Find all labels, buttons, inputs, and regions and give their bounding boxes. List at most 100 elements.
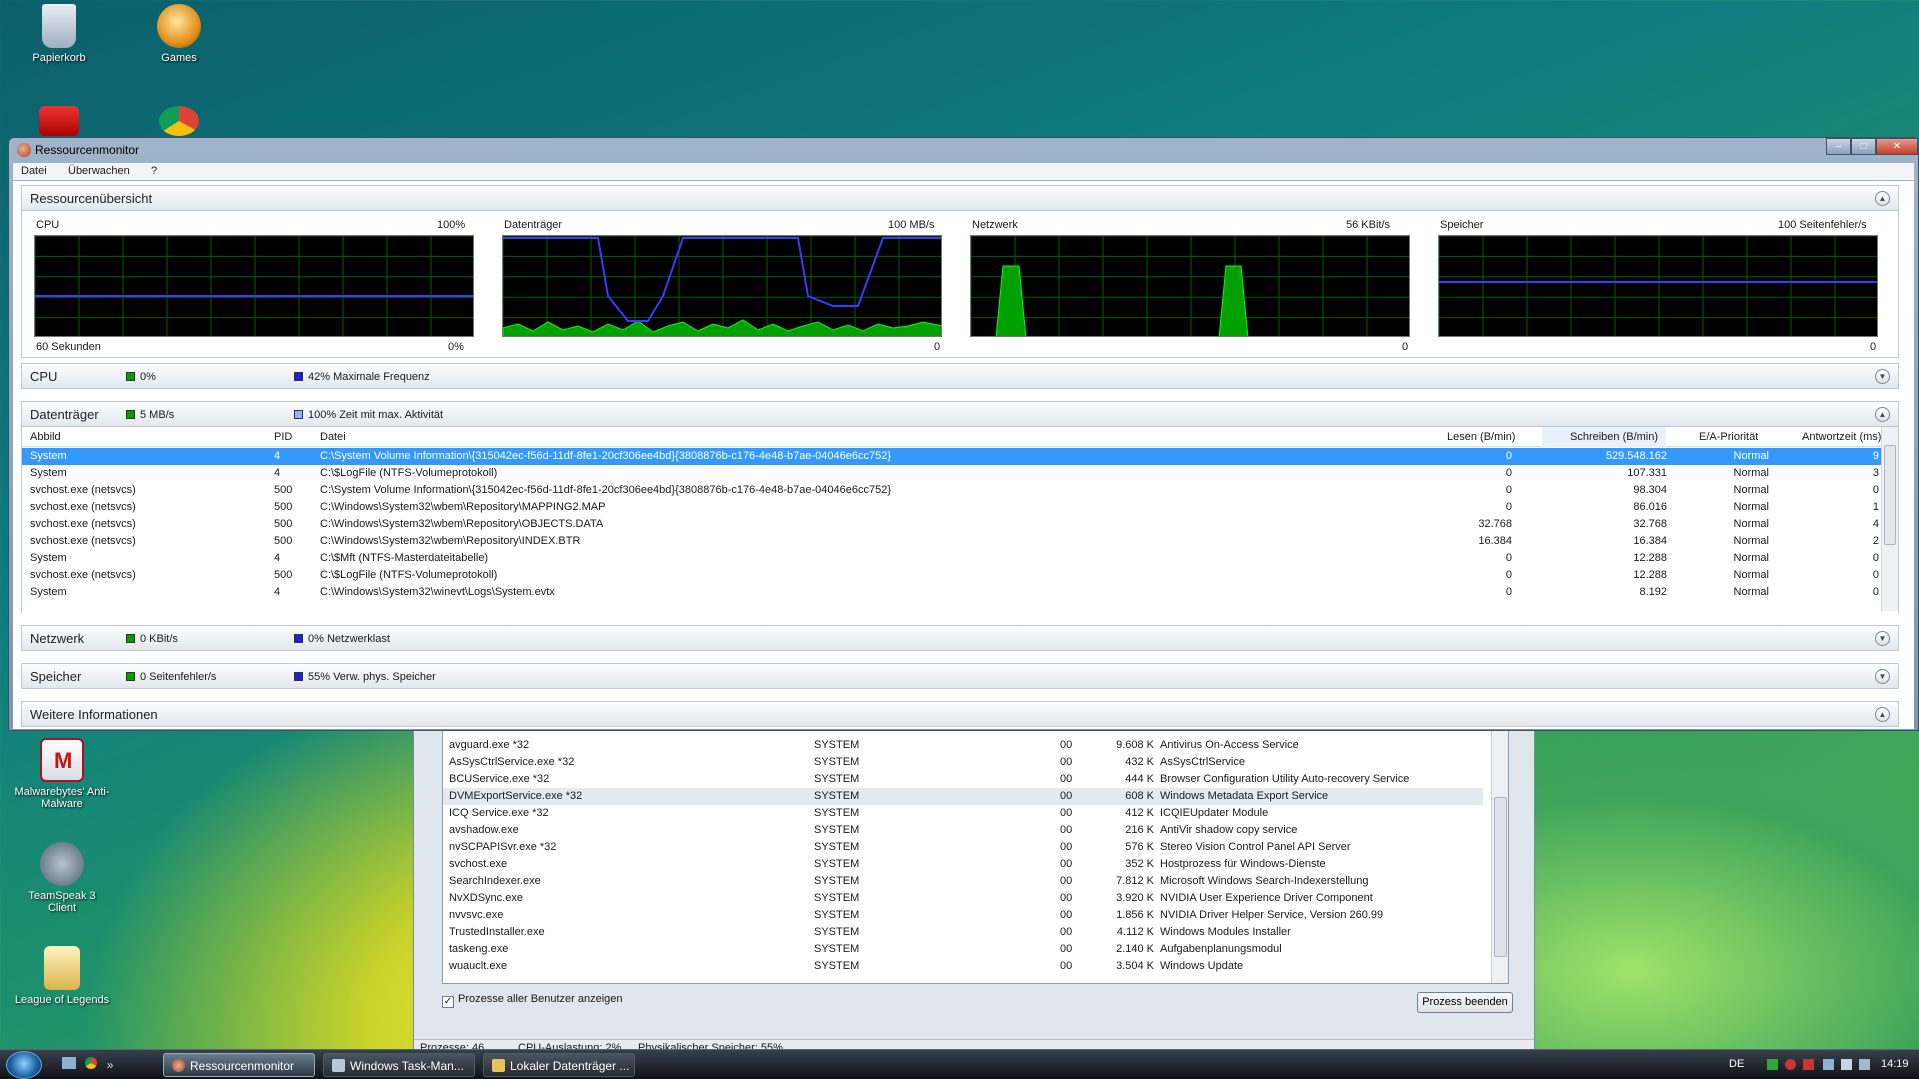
- network-section-header[interactable]: Netzwerk 0 KBit/s 0% Netzwerklast ▼: [21, 625, 1899, 651]
- table-row[interactable]: svchost.exe (netsvcs) 500 C:\$LogFile (NTF…: [22, 567, 1882, 584]
- cell-abbild: svchost.exe (netsvcs): [30, 518, 136, 530]
- cell-user: SYSTEM: [814, 892, 860, 904]
- menu-datei[interactable]: Datei: [21, 165, 47, 177]
- show-desktop-icon[interactable]: [62, 1057, 76, 1069]
- checkbox-checked-icon[interactable]: ✓: [442, 996, 454, 1008]
- cpu-section-header[interactable]: CPU 0% 42% Maximale Frequenz ▼: [21, 363, 1899, 389]
- cell-abbild: svchost.exe (netsvcs): [30, 569, 136, 581]
- volume-tray-icon[interactable]: [1841, 1059, 1852, 1070]
- cell-description: ICQIEUpdater Module: [1160, 807, 1269, 819]
- cell-lesen: 0: [1505, 501, 1512, 513]
- process-row[interactable]: DVMExportService.exe *32 SYSTEM 00 608 K Win…: [443, 788, 1483, 805]
- cell-prioritaet: Normal: [1733, 535, 1769, 547]
- taskbar-button-explorer[interactable]: Lokaler Datenträger ...: [483, 1053, 635, 1077]
- network-throughput-value: 0 KBit/s: [140, 633, 178, 645]
- cell-description: Aufgabenplanungsmodul: [1160, 943, 1282, 955]
- expand-icon[interactable]: ▼: [1875, 369, 1890, 384]
- process-row[interactable]: AsSysCtrlService.exe *32 SYSTEM 00 432 K AsS…: [443, 754, 1483, 771]
- cell-process-name: svchost.exe: [449, 858, 508, 870]
- collapse-icon[interactable]: ▲: [1875, 407, 1890, 422]
- tray-red-icon[interactable]: [1803, 1059, 1814, 1070]
- end-process-button[interactable]: Prozess beenden: [1417, 992, 1513, 1013]
- desktop-icon-label: Games: [161, 52, 197, 64]
- cell-cpu: 00: [1060, 824, 1073, 836]
- process-row[interactable]: nvSCPAPISvr.exe *32 SYSTEM 00 576 K Stereo V…: [443, 839, 1483, 856]
- col-prioritaet[interactable]: E/A-Priorität: [1699, 431, 1758, 443]
- cell-pid: 500: [274, 484, 293, 496]
- table-row[interactable]: svchost.exe (netsvcs) 500 C:\Windows\Syste…: [22, 499, 1882, 516]
- title-bar[interactable]: Ressourcenmonitor – □ ✕: [9, 138, 1918, 162]
- overview-section-header[interactable]: Ressourcenübersicht ▲: [21, 185, 1899, 211]
- resource-monitor-content: Ressourcenübersicht ▲ CPU 100% 60 Sekund…: [13, 181, 1914, 729]
- col-abbild[interactable]: Abbild: [30, 431, 61, 443]
- start-button[interactable]: [6, 1051, 42, 1079]
- col-datei[interactable]: Datei: [320, 431, 346, 443]
- cell-memory: 2.140 K: [1116, 943, 1154, 955]
- disk-table-scrollbar[interactable]: [1881, 427, 1898, 611]
- col-lesen[interactable]: Lesen (B/min): [1447, 431, 1515, 443]
- show-all-users-checkbox[interactable]: ✓ Prozesse aller Benutzer anzeigen: [442, 993, 622, 1008]
- scrollbar-thumb[interactable]: [1494, 797, 1507, 957]
- desktop-icon-malwarebytes[interactable]: M Malwarebytes' Anti-Malware: [14, 738, 110, 810]
- cell-memory: 3.504 K: [1116, 960, 1154, 972]
- process-row[interactable]: svchost.exe SYSTEM 00 352 K Hostprozess für …: [443, 856, 1483, 873]
- process-row[interactable]: TrustedInstaller.exe SYSTEM 00 4.112 K Windo…: [443, 924, 1483, 941]
- process-row[interactable]: nvvsvc.exe SYSTEM 00 1.856 K NVIDIA Driver H…: [443, 907, 1483, 924]
- desktop-icon-league[interactable]: League of Legends: [14, 946, 110, 1006]
- disk-table-header: Abbild PID Datei Lesen (B/min) Schreiben…: [22, 427, 1882, 447]
- more-info-section-header[interactable]: Weitere Informationen ▲: [21, 701, 1899, 727]
- desktop-icon-games[interactable]: Games: [134, 4, 224, 64]
- table-row[interactable]: svchost.exe (netsvcs) 500 C:\Windows\Syste…: [22, 533, 1882, 550]
- taskbar-button-task-manager[interactable]: Windows Task-Man...: [323, 1053, 475, 1077]
- table-row[interactable]: System 4 C:\$LogFile (NTFS-Volumeprotokoll…: [22, 465, 1882, 482]
- process-row[interactable]: avguard.exe *32 SYSTEM 00 9.608 K Antivirus …: [443, 737, 1483, 754]
- desktop-icon-acrobat[interactable]: [14, 106, 104, 140]
- tray-antivirus-icon[interactable]: [1785, 1059, 1796, 1070]
- process-row[interactable]: wuauclt.exe SYSTEM 00 3.504 K Windows Update: [443, 958, 1483, 975]
- close-button[interactable]: ✕: [1876, 138, 1918, 155]
- process-row[interactable]: avshadow.exe SYSTEM 00 216 K AntiVir shadow …: [443, 822, 1483, 839]
- table-row[interactable]: System 4 C:\Windows\System32\winevt\Logs\S…: [22, 584, 1882, 601]
- col-schreiben[interactable]: Schreiben (B/min): [1542, 427, 1667, 447]
- language-indicator[interactable]: DE: [1729, 1058, 1744, 1070]
- desktop-icon-recycle-bin[interactable]: Papierkorb: [14, 4, 104, 64]
- process-list[interactable]: wuauclt.exe SYSTEM 00 3.504 K Windows Update…: [442, 726, 1509, 984]
- maximize-button[interactable]: □: [1851, 138, 1876, 155]
- network-tray-icon[interactable]: [1823, 1059, 1834, 1070]
- process-row[interactable]: ICQ Service.exe *32 SYSTEM 00 412 K ICQIEUpd…: [443, 805, 1483, 822]
- chrome-quick-icon[interactable]: [85, 1057, 98, 1069]
- col-pid[interactable]: PID: [274, 431, 292, 443]
- cell-abbild: svchost.exe (netsvcs): [30, 501, 136, 513]
- process-list-scrollbar[interactable]: [1491, 727, 1508, 983]
- process-row[interactable]: taskeng.exe SYSTEM 00 2.140 K Aufgabenplanun…: [443, 941, 1483, 958]
- col-antwortzeit[interactable]: Antwortzeit (ms): [1802, 431, 1881, 443]
- desktop-icon-teamspeak[interactable]: TeamSpeak 3 Client: [14, 842, 110, 914]
- process-row[interactable]: SearchIndexer.exe SYSTEM 00 7.812 K Microsof…: [443, 873, 1483, 890]
- tray-misc-icon[interactable]: [1859, 1059, 1870, 1070]
- clock[interactable]: 14:19: [1881, 1058, 1909, 1070]
- process-row[interactable]: NvXDSync.exe SYSTEM 00 3.920 K NVIDIA User E…: [443, 890, 1483, 907]
- table-row[interactable]: svchost.exe (netsvcs) 500 C:\Windows\Syste…: [22, 516, 1882, 533]
- disk-active-time-value: 100% Zeit mit max. Aktivität: [308, 409, 444, 421]
- quick-launch-more-icon[interactable]: »: [107, 1058, 114, 1072]
- expand-icon[interactable]: ▼: [1875, 669, 1890, 684]
- desktop-icon-chrome[interactable]: [134, 106, 224, 140]
- expand-icon[interactable]: ▼: [1875, 631, 1890, 646]
- menu-help[interactable]: ?: [151, 165, 157, 177]
- table-row[interactable]: svchost.exe (netsvcs) 500 C:\System Volume…: [22, 482, 1882, 499]
- collapse-icon[interactable]: ▲: [1875, 191, 1890, 206]
- cell-user: SYSTEM: [814, 943, 860, 955]
- cell-cpu: 00: [1060, 858, 1073, 870]
- table-row[interactable]: System 4 C:\$Mft (NTFS-Masterdateitabelle)…: [22, 550, 1882, 567]
- collapse-icon[interactable]: ▲: [1875, 707, 1890, 722]
- scrollbar-thumb[interactable]: [1884, 445, 1896, 545]
- disk-section-header[interactable]: Datenträger 5 MB/s 100% Zeit mit max. Ak…: [21, 401, 1899, 427]
- tray-green-icon[interactable]: [1767, 1059, 1778, 1070]
- cell-process-name: avshadow.exe: [449, 824, 519, 836]
- taskbar-button-ressourcenmonitor[interactable]: Ressourcenmonitor: [163, 1053, 315, 1077]
- menu-ueberwachen[interactable]: Überwachen: [68, 165, 130, 177]
- minimize-button[interactable]: –: [1826, 138, 1851, 155]
- table-row[interactable]: System 4 C:\System Volume Information\{315…: [22, 448, 1882, 465]
- process-row[interactable]: BCUService.exe *32 SYSTEM 00 444 K Browser C…: [443, 771, 1483, 788]
- memory-section-header[interactable]: Speicher 0 Seitenfehler/s 55% Verw. phys…: [21, 663, 1899, 689]
